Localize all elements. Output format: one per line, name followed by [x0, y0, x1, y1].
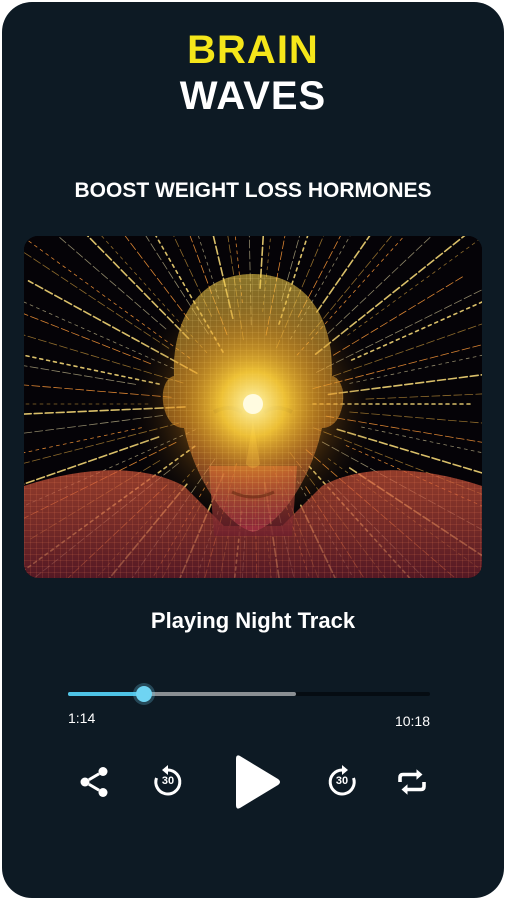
app-screen: BRAIN WAVES BOOST WEIGHT LOSS HORMONES P…: [2, 2, 504, 898]
forward-30-icon: 30: [324, 764, 360, 800]
forward-seconds-label: 30: [335, 775, 349, 787]
app-title-line1: BRAIN: [187, 28, 319, 72]
total-time: 10:18: [394, 713, 430, 729]
rewind-30-icon: 30: [150, 764, 186, 800]
share-icon: [76, 764, 112, 800]
repeat-icon: [392, 764, 432, 800]
play-icon: [230, 752, 282, 812]
play-button[interactable]: [226, 750, 286, 814]
playback-controls: 30 30: [2, 750, 504, 814]
session-title: BOOST WEIGHT LOSS HORMONES: [74, 179, 432, 202]
track-title: Playing Night Track: [150, 608, 356, 633]
rewind-30-button[interactable]: 30: [148, 762, 188, 802]
repeat-button[interactable]: [390, 762, 434, 802]
seek-bar[interactable]: [68, 686, 430, 702]
share-button[interactable]: [74, 762, 114, 802]
album-artwork: [24, 236, 482, 578]
rewind-seconds-label: 30: [161, 775, 175, 787]
seek-bar-thumb[interactable]: [136, 686, 153, 702]
elapsed-time: 1:14: [68, 710, 96, 726]
app-title-line2: WAVES: [179, 74, 327, 118]
seek-bar-progress: [68, 692, 145, 696]
forward-30-button[interactable]: 30: [322, 762, 362, 802]
